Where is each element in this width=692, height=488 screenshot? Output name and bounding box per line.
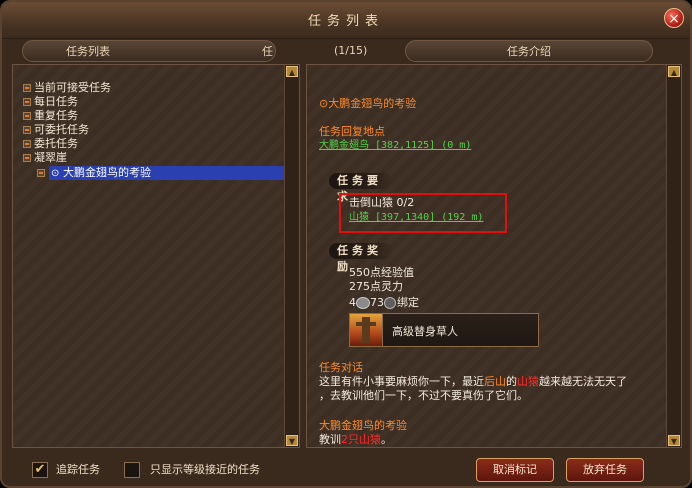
bind-coin-icon (384, 297, 396, 309)
quest-title-text: 大鹏金翅鸟的考验 (328, 97, 417, 110)
dialog-monster: 山猿 (517, 375, 539, 388)
right-scrollbar[interactable]: ▲ ▼ (666, 65, 681, 447)
return-location-label: 任务回复地点 (319, 125, 385, 138)
objective-punct: 。 (381, 433, 392, 446)
tree-item-label: 重复任务 (34, 109, 78, 122)
collapse-icon[interactable] (37, 169, 45, 177)
tree-item-label: 可委托任务 (34, 123, 89, 136)
reward-item-name: 高级替身草人 (392, 325, 458, 338)
dialog-line-1: 这里有件小事要麻烦你一下，最近后山的山猿越来越无法无天了 (319, 375, 669, 389)
collapse-icon[interactable] (23, 154, 31, 162)
dialog-place: 后山 (484, 375, 506, 388)
scarecrow-icon (350, 314, 383, 346)
reward-money: 4 73 绑定 (349, 296, 419, 310)
quest-title: ⊙大鹏金翅鸟的考验 (319, 97, 416, 111)
quest-detail-panel: ⊙大鹏金翅鸟的考验 任务回复地点 大鹏金翅鸟 [382,1125] (0 m) … (306, 64, 682, 448)
left-tab-header: 任务列表 任务追踪 (22, 40, 276, 124)
collapse-icon[interactable] (23, 98, 31, 106)
track-quest-label: 追踪任务 (56, 463, 100, 476)
dialog-text: 这里有件小事要麻烦你一下，最近 (319, 375, 484, 388)
collapse-icon[interactable] (23, 84, 31, 92)
objective-title: 大鹏金翅鸟的考验 (319, 419, 407, 432)
objective-text: 教训2只山猿。 (319, 433, 392, 447)
collapse-icon[interactable] (23, 112, 31, 120)
objective-verb: 教训 (319, 433, 341, 446)
left-scrollbar[interactable]: ▲ ▼ (284, 65, 299, 447)
tree-item-daily[interactable]: 每日任务 (23, 95, 78, 109)
bind-label: 绑定 (397, 296, 419, 309)
scroll-down-icon[interactable]: ▼ (286, 435, 298, 446)
quest-tree-panel: 当前可接受任务 每日任务 重复任务 可委托任务 委托任务 凝翠崖 ⊙ 大鹏金翅鸟的… (12, 64, 300, 448)
collapse-icon[interactable] (23, 140, 31, 148)
scroll-down-icon[interactable]: ▼ (668, 435, 680, 446)
scroll-up-icon[interactable]: ▲ (668, 66, 680, 77)
tree-item-delegable[interactable]: 可委托任务 (23, 123, 89, 137)
tree-subitem-toggle[interactable] (37, 166, 48, 180)
level-filter-checkbox[interactable] (124, 462, 140, 478)
level-filter-label: 只显示等级接近的任务 (150, 463, 260, 476)
track-quest-checkbox[interactable]: ✔ (32, 462, 48, 478)
tree-item-label: 委托任务 (34, 137, 78, 150)
scroll-up-icon[interactable]: ▲ (286, 66, 298, 77)
silver-coin-icon (356, 297, 370, 309)
tree-item-repeat[interactable]: 重复任务 (23, 109, 78, 123)
reward-item-slot[interactable]: 高级替身草人 (349, 313, 539, 347)
window-title: 任务列表 (307, 14, 384, 29)
reward-spirit: 275点灵力 (349, 280, 403, 293)
target-icon: ⊙ (319, 97, 329, 110)
cancel-mark-button[interactable]: 取消标记 (476, 458, 554, 482)
tree-item-delegated[interactable]: 委托任务 (23, 137, 78, 151)
selected-quest-label: 大鹏金翅鸟的考验 (63, 166, 151, 179)
tree-item-label: 当前可接受任务 (34, 81, 111, 94)
tab-quest-intro[interactable]: 任务介绍 (405, 40, 653, 62)
tree-item-label: 凝翠崖 (34, 151, 67, 164)
money-amount-a: 4 (349, 296, 356, 309)
checkmark-icon: ✔ (34, 462, 46, 477)
objective-target: 2只山猿 (341, 433, 381, 446)
collapse-icon[interactable] (23, 126, 31, 134)
requirement-highlight-box (339, 193, 507, 233)
title-bar[interactable]: 任务列表 × (2, 2, 690, 39)
requirement-header: 任务要求 (329, 173, 393, 203)
close-icon[interactable]: × (664, 8, 684, 28)
tree-selected-quest[interactable]: ⊙ 大鹏金翅鸟的考验 (49, 166, 295, 180)
target-icon: ⊙ (51, 168, 60, 179)
tab-quest-list[interactable]: 任务列表 (23, 41, 153, 63)
dialog-line-2: ，去教训他们一下，不过不要真伤了它们。 (319, 389, 528, 402)
reward-exp: 550点经验值 (349, 266, 414, 279)
dialog-text: 越来越无法无天了 (539, 375, 627, 388)
return-location-link[interactable]: 大鹏金翅鸟 [382,1125] (0 m) (319, 139, 471, 153)
quest-list-window: 任务列表 × 任务列表 任务追踪 (1/15) 任务介绍 当前可接受任务 每日任… (0, 0, 692, 488)
abandon-quest-button[interactable]: 放弃任务 (566, 458, 644, 482)
dialog-label: 任务对话 (319, 361, 363, 374)
dialog-text: 的 (506, 375, 517, 388)
quest-count: (1/15) (334, 44, 368, 57)
tree-item-available[interactable]: 当前可接受任务 (23, 81, 111, 95)
money-amount-b: 73 (370, 296, 384, 309)
tree-item-region[interactable]: 凝翠崖 (23, 151, 67, 165)
tree-item-label: 每日任务 (34, 95, 78, 108)
reward-header: 任务奖励 (329, 243, 393, 273)
